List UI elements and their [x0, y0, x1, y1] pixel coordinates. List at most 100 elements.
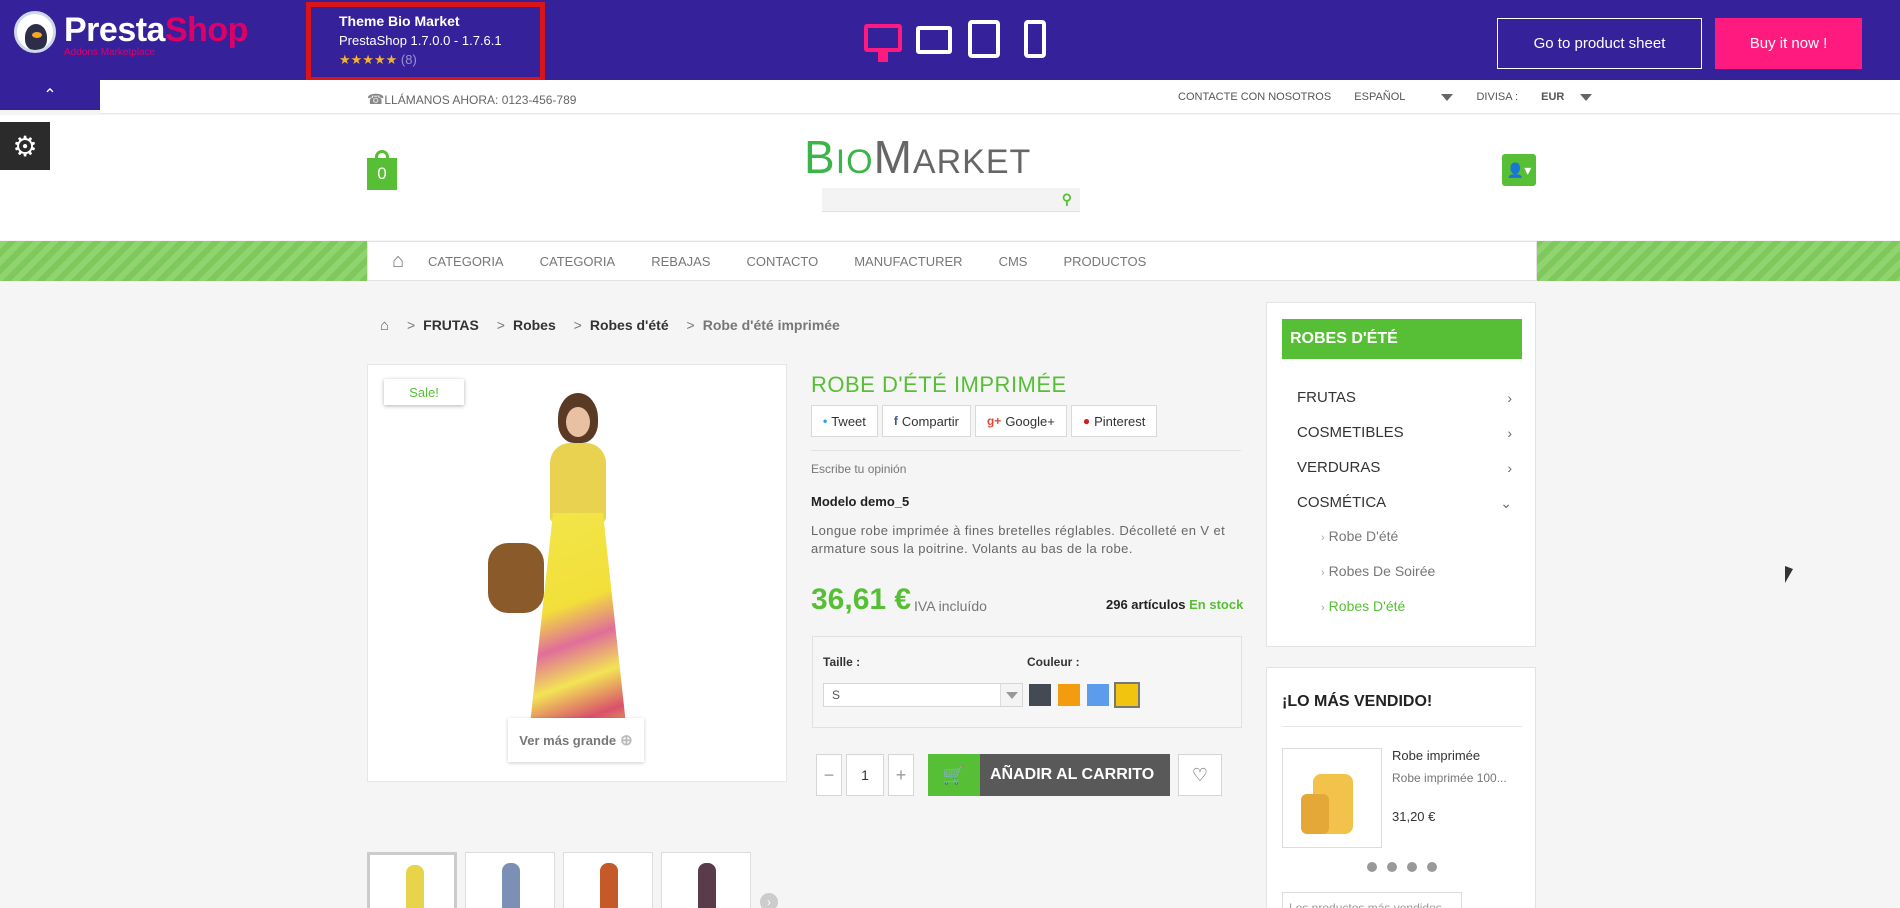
- carousel-dot[interactable]: [1427, 862, 1437, 872]
- photo-face: [566, 407, 590, 437]
- logo-m: M: [873, 131, 913, 183]
- all-bestsellers-link[interactable]: Los productos más vendidos: [1282, 892, 1462, 908]
- settings-gear-icon[interactable]: ⚙: [0, 122, 50, 170]
- size-label: Taille :: [823, 655, 861, 669]
- sidebar-subitem-label: Robes De Soirée: [1328, 563, 1436, 579]
- collapse-topbar-button[interactable]: ⌃: [0, 80, 100, 110]
- menu-item-contacto[interactable]: CONTACTO: [746, 254, 818, 269]
- sidebar-item-verduras[interactable]: VERDURAS ›: [1297, 459, 1512, 476]
- menu-item-cms[interactable]: CMS: [999, 254, 1028, 269]
- chevron-right-icon[interactable]: ›: [760, 893, 778, 908]
- theme-version: PrestaShop 1.7.0.0 - 1.7.6.1: [339, 33, 502, 48]
- user-account-button[interactable]: 👤▾: [1502, 154, 1536, 186]
- breadcrumb-item[interactable]: Robes: [513, 317, 556, 333]
- menu-item-manufacturer[interactable]: MANUFACTURER: [854, 254, 962, 269]
- thumbnail[interactable]: [563, 852, 653, 908]
- sidebar-subitem-label: Robes D'été: [1328, 598, 1406, 614]
- add-to-cart-button[interactable]: 🛒 AÑADIR AL CARRITO: [928, 754, 1170, 796]
- wishlist-heart-icon[interactable]: ♡: [1178, 754, 1222, 796]
- main-menu: ⌂ CATEGORIA CATEGORIA REBAJAS CONTACTO M…: [367, 241, 1537, 281]
- quantity-input[interactable]: 1: [846, 754, 884, 796]
- photo-handbag: [488, 543, 544, 613]
- carousel-dots: [1367, 862, 1447, 872]
- carousel-dot[interactable]: [1387, 862, 1397, 872]
- google-plus-label: Google+: [1005, 413, 1055, 429]
- menu-item-productos[interactable]: PRODUCTOS: [1063, 254, 1146, 269]
- mobile-view-icon[interactable]: [1024, 20, 1046, 58]
- color-swatch-dark-grey[interactable]: [1029, 684, 1051, 706]
- view-larger-label: Ver más grande: [519, 732, 617, 748]
- write-review-link[interactable]: Escribe tu opinión: [811, 462, 906, 476]
- sidebar-subitem-robes-de-soiree[interactable]: › Robes De Soirée: [1321, 563, 1435, 579]
- theme-info-box: Theme Bio Market PrestaShop 1.7.0.0 - 1.…: [306, 2, 545, 82]
- quantity-stepper: − 1 +: [816, 754, 914, 796]
- search-icon[interactable]: ⚲: [1062, 191, 1072, 208]
- carousel-dot[interactable]: [1407, 862, 1417, 872]
- zoom-in-icon: ⊕: [620, 732, 633, 749]
- thumbnail[interactable]: [661, 852, 751, 908]
- facebook-share-button[interactable]: f Compartir: [881, 405, 971, 437]
- size-select[interactable]: S: [823, 683, 1023, 707]
- home-icon[interactable]: ⌂: [368, 250, 428, 273]
- quantity-decrease-button[interactable]: −: [816, 754, 842, 796]
- pinterest-button[interactable]: ● Pinterest: [1070, 405, 1158, 437]
- contact-link[interactable]: CONTACTE CON NOSOTROS: [1178, 91, 1331, 103]
- sidebar-subitem-robes-dete[interactable]: › Robes D'été: [1321, 598, 1405, 614]
- breadcrumb-item[interactable]: Robes d'été: [590, 317, 669, 333]
- go-to-product-sheet-button[interactable]: Go to product sheet: [1497, 18, 1702, 69]
- bestseller-image[interactable]: [1282, 748, 1382, 848]
- prestashop-puffin-icon: [14, 11, 56, 53]
- tweet-label: Tweet: [831, 413, 866, 429]
- divider: [1282, 726, 1522, 727]
- carousel-dot[interactable]: [1367, 862, 1377, 872]
- sidebar-subitem-robe-dete[interactable]: › Robe D'été: [1321, 528, 1398, 544]
- sidebar-item-frutas[interactable]: FRUTAS ›: [1297, 389, 1512, 406]
- photo-torso: [550, 443, 606, 523]
- color-swatch-blue[interactable]: [1087, 684, 1109, 706]
- prestashop-logo[interactable]: PrestaShop Addons Marketplace: [14, 9, 254, 59]
- color-swatch-yellow[interactable]: [1114, 682, 1140, 708]
- tweet-button[interactable]: • Tweet: [811, 405, 878, 437]
- cart-icon: 🛒: [928, 754, 980, 796]
- breadcrumb-separator: >: [686, 317, 695, 333]
- cart-button[interactable]: 0: [367, 150, 397, 190]
- view-larger-button[interactable]: Ver más grande ⊕: [508, 718, 644, 762]
- product-price: 36,61 €: [811, 583, 912, 616]
- theme-title: Theme Bio Market: [339, 13, 460, 29]
- thumbnail[interactable]: [367, 852, 457, 908]
- bullet-icon: ›: [1321, 567, 1325, 579]
- logo-io: IO: [835, 143, 874, 181]
- chevron-right-icon: ›: [1507, 460, 1512, 476]
- theme-rating: ★★★★★ (8): [339, 52, 540, 68]
- breadcrumb-item[interactable]: FRUTAS: [423, 317, 479, 333]
- user-icon: 👤▾: [1506, 161, 1532, 178]
- menu-item-rebajas[interactable]: REBAJAS: [651, 254, 710, 269]
- category-block: ROBES D'ÉTÉ FRUTAS › COSMETIBLES › VERDURA…: [1266, 302, 1536, 647]
- tax-note: IVA incluído: [914, 598, 987, 614]
- language-selector[interactable]: ESPAÑOL: [1354, 91, 1454, 103]
- call-us: ☎ LLÁMANOS AHORA: 0123-456-789: [367, 91, 576, 108]
- stock-status: En stock: [1189, 597, 1244, 612]
- currency-selector[interactable]: DIVISA : EUR: [1476, 91, 1593, 103]
- biomarket-logo[interactable]: BIOMARKET: [804, 130, 1031, 184]
- tablet-view-icon[interactable]: [968, 20, 1000, 58]
- menu-item-categoria-2[interactable]: CATEGORIA: [540, 254, 616, 269]
- google-plus-button[interactable]: g+ Google+: [974, 405, 1067, 437]
- sidebar-item-cosmetica[interactable]: COSMÉTICA ⌄: [1297, 494, 1512, 511]
- home-icon[interactable]: ⌂: [380, 317, 389, 334]
- buy-now-button[interactable]: Buy it now !: [1715, 18, 1862, 69]
- bullet-icon: ›: [1321, 602, 1325, 614]
- stock-count: 296 artículos: [1106, 597, 1186, 612]
- bestseller-name[interactable]: Robe imprimée: [1392, 748, 1480, 763]
- thumbnail[interactable]: [465, 852, 555, 908]
- chevron-down-icon: [1441, 93, 1454, 101]
- color-swatch-orange[interactable]: [1058, 684, 1080, 706]
- currency-value: EUR: [1541, 91, 1565, 103]
- search-input[interactable]: ⚲: [822, 188, 1080, 212]
- photo-dress: [528, 513, 628, 743]
- menu-item-categoria[interactable]: CATEGORIA: [428, 254, 504, 269]
- quantity-increase-button[interactable]: +: [888, 754, 914, 796]
- sidebar-item-cosmetibles[interactable]: COSMETIBLES ›: [1297, 424, 1512, 441]
- laptop-view-icon[interactable]: [916, 26, 952, 54]
- desktop-view-icon[interactable]: [864, 24, 902, 62]
